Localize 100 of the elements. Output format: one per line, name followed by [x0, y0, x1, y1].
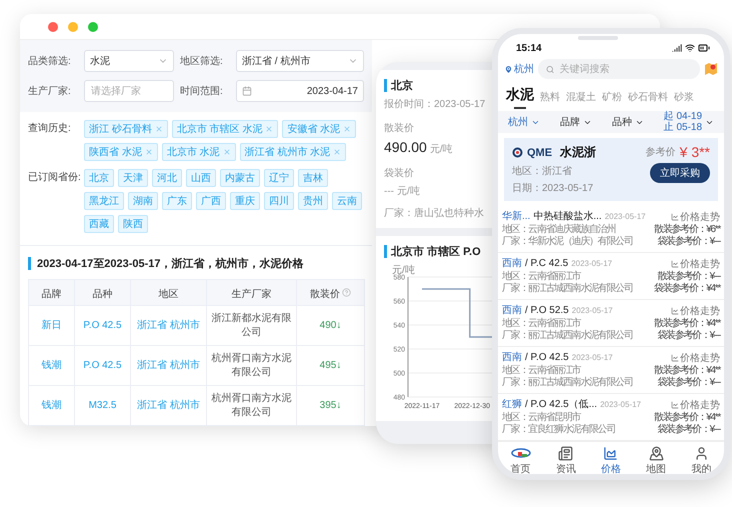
- nav-item[interactable]: 我的: [691, 446, 712, 474]
- table-cell[interactable]: P.O 42.5: [74, 346, 130, 386]
- search-field[interactable]: 关键词搜索: [538, 59, 700, 79]
- province-tag[interactable]: 山西: [186, 169, 216, 187]
- dropdown-field[interactable]: 浙江省 / 杭州市: [236, 50, 364, 72]
- close-icon[interactable]: [265, 125, 274, 133]
- price-unit: 元/吨: [397, 184, 420, 198]
- chart-icon: [671, 260, 679, 268]
- brand-link[interactable]: 西南: [502, 352, 522, 364]
- category-tab[interactable]: 水泥: [506, 86, 534, 109]
- province-tag[interactable]: 广东: [162, 192, 192, 210]
- history-tag[interactable]: 陕西省 水泥: [84, 143, 158, 161]
- history-tag[interactable]: 浙江 砂石骨料: [84, 120, 168, 138]
- buy-button[interactable]: 立即采购: [650, 163, 710, 183]
- trend-button[interactable]: 价格走势: [671, 304, 720, 318]
- date-range-button[interactable]: 起 04-19 止 05-18: [664, 111, 714, 133]
- province-tag[interactable]: 河北: [152, 169, 182, 187]
- filter-button[interactable]: 杭州: [508, 115, 540, 129]
- price-value: ¥ 3**: [680, 144, 710, 160]
- table-cell[interactable]: 浙江省 杭州市: [130, 306, 206, 346]
- history-tag[interactable]: 北京市 市辖区 水泥: [172, 120, 278, 138]
- category-tab[interactable]: 砂浆: [674, 90, 694, 109]
- provinces-label: 已订阅省份:: [28, 170, 80, 185]
- history-tag[interactable]: 北京市 水泥: [162, 143, 236, 161]
- province-tag[interactable]: 天津: [118, 169, 148, 187]
- province-tag[interactable]: 湖南: [128, 192, 158, 210]
- close-dot-icon[interactable]: [48, 22, 58, 32]
- brand-link[interactable]: 西南: [502, 305, 522, 317]
- maximize-dot-icon[interactable]: [88, 22, 98, 32]
- product-name: / P.O 42.5（低...: [525, 399, 598, 411]
- nav-item[interactable]: 资讯: [556, 446, 576, 474]
- date-text: 日期：2023-05-17: [512, 182, 594, 195]
- province-tag[interactable]: 辽宁: [264, 169, 294, 187]
- province-tag[interactable]: 黑龙江: [84, 192, 124, 210]
- trend-button[interactable]: 价格走势: [671, 210, 720, 224]
- filter-label: 地区筛选:: [180, 54, 224, 68]
- date-text: 2023-05-17: [572, 305, 613, 317]
- filter-label: 品类筛选:: [28, 54, 72, 68]
- province-tag[interactable]: 西藏: [84, 215, 114, 233]
- history-tag[interactable]: 安徽省 水泥: [282, 120, 356, 138]
- region-text: 地区：云南省丽江市: [502, 365, 580, 376]
- map-icon[interactable]: [704, 62, 718, 76]
- province-tag[interactable]: 贵州: [298, 192, 328, 210]
- trend-button[interactable]: 价格走势: [671, 398, 720, 412]
- province-tag[interactable]: 北京: [84, 169, 114, 187]
- table-cell[interactable]: 浙江省 杭州市: [130, 386, 206, 426]
- table-cell[interactable]: M32.5: [74, 386, 130, 426]
- category-tab[interactable]: 矿粉: [602, 90, 622, 109]
- help-icon[interactable]: [342, 288, 351, 297]
- close-icon[interactable]: [333, 148, 342, 156]
- close-icon[interactable]: [154, 125, 163, 133]
- brand-link[interactable]: 西南: [502, 258, 522, 270]
- nav-item[interactable]: 首页: [510, 446, 531, 474]
- table-cell[interactable]: 浙江省 杭州市: [130, 346, 206, 386]
- category-tab[interactable]: 熟料: [540, 90, 560, 109]
- battery-icon: [698, 42, 710, 54]
- table-cell[interactable]: 新日: [28, 306, 74, 346]
- product-name: / P.O 52.5: [525, 305, 569, 317]
- province-tag[interactable]: 云南: [332, 192, 362, 210]
- province-tag[interactable]: 内蒙古: [220, 169, 260, 187]
- nav-item[interactable]: 地图: [646, 446, 666, 474]
- location-button[interactable]: 杭州: [504, 62, 534, 76]
- region-text: 地区：云南省丽江市: [502, 318, 580, 330]
- close-icon[interactable]: [222, 148, 231, 156]
- chart-icon: [671, 401, 679, 409]
- factory-text: 厂家：唐山弘也特种水: [384, 206, 484, 220]
- promo-title: 水泥浙: [560, 144, 596, 161]
- factory-text: 厂家：丽江古城西南水泥有限公司: [502, 283, 633, 295]
- price-text: 散装参考价：¥6**: [654, 224, 720, 236]
- province-tag[interactable]: 广西: [196, 192, 226, 210]
- location-pin-icon: [504, 64, 513, 74]
- filter-button[interactable]: 品牌: [560, 115, 592, 129]
- close-icon[interactable]: [144, 148, 153, 156]
- input-field[interactable]: 请选择厂家: [84, 80, 174, 102]
- price-unit: 元/吨: [430, 142, 453, 156]
- chart-icon: [671, 354, 679, 362]
- close-icon[interactable]: [343, 125, 352, 133]
- price-text: 散装参考价：¥4**: [654, 412, 720, 424]
- search-input[interactable]: 关键词搜索: [557, 62, 692, 76]
- category-tab[interactable]: 混凝土: [566, 90, 596, 109]
- table-cell[interactable]: 钱潮: [28, 386, 74, 426]
- trend-button[interactable]: 价格走势: [671, 257, 720, 271]
- title-accent-bar: [28, 257, 31, 270]
- province-tag[interactable]: 四川: [264, 192, 294, 210]
- dropdown-field[interactable]: 水泥: [84, 50, 174, 72]
- filter-button[interactable]: 品种: [612, 115, 644, 129]
- minimize-dot-icon[interactable]: [68, 22, 78, 32]
- calendar-icon: [242, 86, 252, 96]
- brand-link[interactable]: 红狮: [502, 399, 522, 411]
- province-tag[interactable]: 陕西: [118, 215, 148, 233]
- nav-item[interactable]: 价格: [600, 446, 621, 474]
- province-tag[interactable]: 重庆: [230, 192, 260, 210]
- trend-button[interactable]: 价格走势: [671, 351, 720, 365]
- date-field[interactable]: 2023-04-17: [236, 80, 364, 102]
- province-tag[interactable]: 吉林: [298, 169, 328, 187]
- category-tab[interactable]: 砂石骨料: [628, 90, 668, 109]
- table-cell[interactable]: P.O 42.5: [74, 306, 130, 346]
- table-cell[interactable]: 钱潮: [28, 346, 74, 386]
- history-tag[interactable]: 浙江省 杭州市 水泥: [240, 143, 346, 161]
- brand-link[interactable]: 华新...: [502, 211, 530, 223]
